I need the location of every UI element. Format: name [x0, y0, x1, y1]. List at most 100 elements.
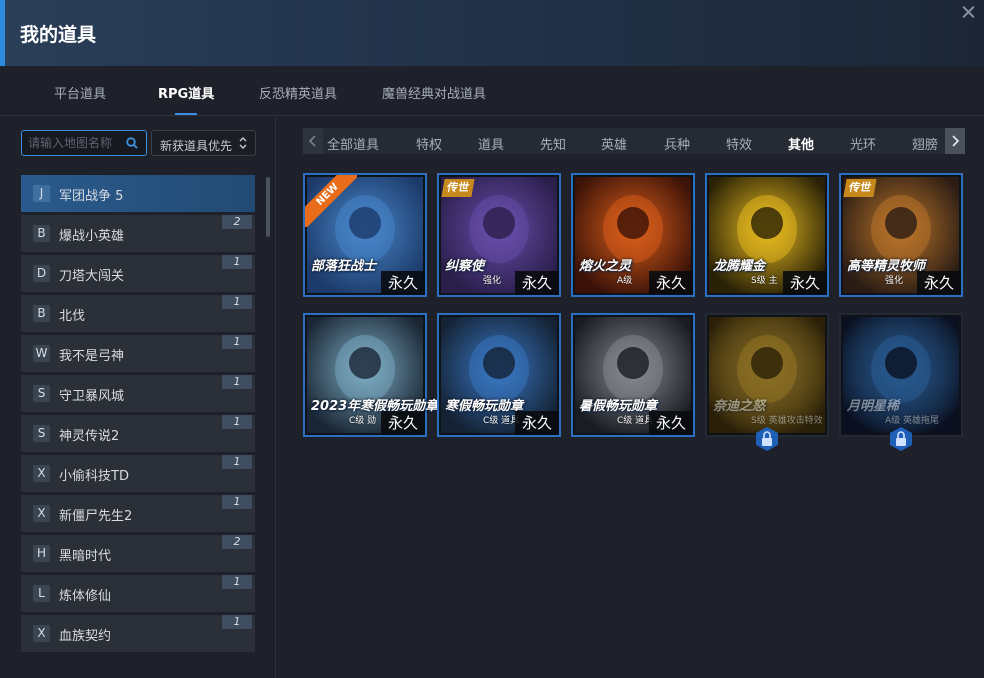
- map-list-item[interactable]: J 军团战争 5: [21, 175, 255, 212]
- item-grade: 强化: [483, 276, 502, 286]
- item-card[interactable]: 传世 纠察使 强化 永久: [437, 173, 561, 297]
- item-grade: A级: [617, 276, 633, 286]
- map-list-item[interactable]: H 黑暗时代 2: [21, 535, 255, 572]
- lock-icon: [754, 426, 780, 452]
- item-name: 纠察使: [445, 259, 485, 274]
- category-props[interactable]: 道具: [478, 134, 504, 153]
- tab-bar: 平台道具 RPG道具 反恐精英道具 魔兽经典对战道具: [0, 66, 984, 116]
- item-card[interactable]: NEW 部落狂战士 永久: [303, 173, 427, 297]
- map-list-item[interactable]: S 神灵传说2 1: [21, 415, 255, 452]
- map-list-item[interactable]: S 守卫暴风城 1: [21, 375, 255, 412]
- map-search-box: [21, 130, 147, 156]
- map-initial-badge: J: [33, 185, 50, 202]
- tab-warcraft-items[interactable]: 魔兽经典对战道具: [382, 83, 486, 102]
- map-list-item[interactable]: D 刀塔大闯关 1: [21, 255, 255, 292]
- category-next-button[interactable]: [945, 128, 965, 154]
- map-name: 北伐: [59, 309, 86, 324]
- item-duration: 永久: [515, 411, 559, 435]
- map-search-input[interactable]: [28, 134, 122, 152]
- map-name: 血族契约: [59, 629, 112, 644]
- item-card[interactable]: 龙腾耀金 S级 主永久: [705, 173, 829, 297]
- title-bar: 我的道具: [0, 0, 984, 66]
- item-card[interactable]: 熔火之灵 A级 永久: [571, 173, 695, 297]
- category-prophet[interactable]: 先知: [540, 134, 566, 153]
- category-unit[interactable]: 兵种: [664, 134, 690, 153]
- search-icon[interactable]: [126, 137, 138, 149]
- sort-dropdown-value: 新获道具优先: [160, 139, 233, 153]
- item-count-badge: 1: [222, 375, 252, 389]
- item-grade: S级 主: [751, 276, 778, 286]
- item-card[interactable]: 传世 高等精灵牧师 强化 永久: [839, 173, 963, 297]
- map-list-item[interactable]: B 爆战小英雄 2: [21, 215, 255, 252]
- category-other[interactable]: 其他: [788, 134, 814, 153]
- map-list-item[interactable]: W 我不是弓神 1: [21, 335, 255, 372]
- tab-platform-items[interactable]: 平台道具: [54, 83, 106, 102]
- item-name: 龙腾耀金: [713, 259, 766, 274]
- category-all[interactable]: 全部道具: [327, 134, 379, 153]
- item-count-badge: 1: [222, 415, 252, 429]
- item-name: 熔火之灵: [579, 259, 632, 274]
- item-card[interactable]: 奈迪之怒 S级 英雄攻击特效: [705, 313, 829, 437]
- map-name: 新僵尸先生2: [59, 509, 133, 524]
- map-initial-badge: S: [33, 425, 50, 442]
- map-initial-badge: D: [33, 265, 50, 282]
- map-name: 军团战争 5: [59, 189, 124, 204]
- category-privilege[interactable]: 特权: [416, 134, 442, 153]
- item-card[interactable]: 暑假畅玩勋章 C级 道具 永久: [571, 313, 695, 437]
- category-aura[interactable]: 光环: [850, 134, 876, 153]
- item-grade: C级 道具: [617, 416, 654, 426]
- chevron-left-icon: [308, 135, 316, 147]
- item-count-badge: 1: [222, 575, 252, 589]
- item-count-badge: 2: [222, 215, 252, 229]
- item-duration: 永久: [381, 411, 425, 435]
- map-list-item[interactable]: X 血族契约 1: [21, 615, 255, 652]
- map-name: 小偷科技TD: [59, 469, 129, 484]
- map-list: J 军团战争 5 B 爆战小英雄 2 D 刀塔大闯关 1 B 北伐 1 W 我不是弓神 1 S 守卫暴风城 1 S…: [21, 175, 257, 655]
- item-grade: 强化: [885, 276, 904, 286]
- map-initial-badge: W: [33, 345, 50, 362]
- item-card[interactable]: 月明星稀 A级 英雄拖尾: [839, 313, 963, 437]
- sort-dropdown[interactable]: 新获道具优先: [151, 130, 256, 156]
- map-name: 炼体修仙: [59, 589, 112, 604]
- sort-arrows-icon: [239, 137, 247, 149]
- item-count-badge: 1: [222, 295, 252, 309]
- lock-icon: [888, 426, 914, 452]
- map-list-scrollbar[interactable]: [266, 177, 270, 237]
- close-icon[interactable]: [958, 0, 980, 24]
- map-sidebar: 新获道具优先 J军团战争 5B爆战小英雄2D刀塔大闯关1B北伐1W我不是弓神1S…: [0, 117, 276, 678]
- item-duration: 永久: [649, 411, 693, 435]
- active-tab-indicator: [175, 113, 197, 115]
- item-count-badge: 2: [222, 535, 252, 549]
- item-card[interactable]: 2023年寒假畅玩勋章 C级 勋永久: [303, 313, 438, 437]
- map-initial-badge: X: [33, 625, 50, 642]
- category-effect[interactable]: 特效: [726, 134, 752, 153]
- map-name: 守卫暴风城: [59, 389, 125, 404]
- title-accent: [0, 0, 5, 66]
- legendary-tag-badge: 传世: [843, 179, 877, 197]
- item-name: 暑假畅玩勋章: [579, 399, 658, 414]
- item-count-badge: 1: [222, 615, 252, 629]
- item-count-badge: 1: [222, 335, 252, 349]
- chevron-right-icon: [952, 135, 960, 147]
- category-wings[interactable]: 翅膀: [912, 134, 938, 153]
- map-list-item[interactable]: X 小偷科技TD 1: [21, 455, 255, 492]
- item-grade: A级 英雄拖尾: [885, 416, 940, 426]
- map-initial-badge: S: [33, 385, 50, 402]
- category-prev-button[interactable]: [303, 128, 323, 154]
- legendary-tag-badge: 传世: [441, 179, 475, 197]
- item-duration: 永久: [917, 271, 961, 295]
- map-initial-badge: X: [33, 505, 50, 522]
- category-hero[interactable]: 英雄: [601, 134, 627, 153]
- item-name: 部落狂战士: [311, 259, 377, 274]
- map-list-item[interactable]: L 炼体修仙 1: [21, 575, 255, 612]
- item-count-badge: 1: [222, 455, 252, 469]
- map-initial-badge: B: [33, 225, 50, 242]
- map-name: 刀塔大闯关: [59, 269, 125, 284]
- map-initial-badge: H: [33, 545, 50, 562]
- tab-cs-items[interactable]: 反恐精英道具: [259, 83, 337, 102]
- category-bar: 全部道具 特权 道具 先知 英雄 兵种 特效 其他 光环 翅膀: [303, 128, 965, 154]
- tab-rpg-items[interactable]: RPG道具: [158, 83, 214, 102]
- map-list-item[interactable]: B 北伐 1: [21, 295, 255, 332]
- item-card[interactable]: 寒假畅玩勋章 C级 道具 永久: [437, 313, 561, 437]
- map-list-item[interactable]: X 新僵尸先生2 1: [21, 495, 255, 532]
